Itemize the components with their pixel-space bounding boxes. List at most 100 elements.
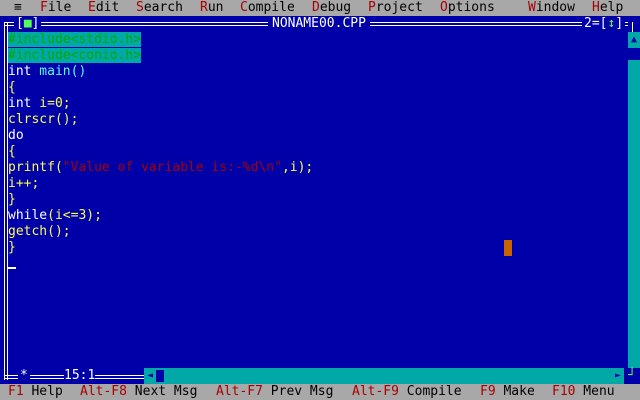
arguments: ,i); [281, 160, 314, 175]
horizontal-scroll-thumb[interactable] [156, 370, 164, 382]
menu-file-hotkey: F [40, 0, 48, 15]
code-line: do [8, 128, 313, 144]
menu-options[interactable]: Options [440, 0, 495, 16]
keyword: do [8, 128, 24, 143]
code-area[interactable]: #include<stdio.h> #include<conio.h> int … [8, 32, 313, 256]
menu-project-hotkey: P [368, 0, 376, 15]
status-label: Make [495, 384, 535, 399]
menu-help[interactable]: Help [592, 0, 623, 16]
keyword: int [8, 96, 32, 111]
condition: (i<=3); [47, 208, 102, 223]
window-number-zoom: 2=[↕] [582, 16, 626, 32]
menu-compile-label: ompile [247, 0, 295, 15]
editor-status-row: * 15:1 ◄ ► ┘ [0, 368, 640, 384]
zoom-bracket: ] [615, 16, 624, 31]
code-line: printf("Value of variable is:-%d\n",i); [8, 160, 313, 176]
status-key: Alt-F9 [352, 384, 399, 399]
code-line: int i=0; [8, 96, 313, 112]
string-literal: "Value of variable is:-%d\n" [62, 160, 282, 175]
code-line: #include<conio.h> [8, 48, 313, 64]
cursor-position: 15:1 [64, 368, 96, 384]
status-next-msg[interactable]: Alt-F8 Next Msg [80, 384, 197, 400]
vertical-scroll-thumb[interactable] [628, 48, 640, 60]
menu-options-label: ptions [447, 0, 495, 15]
status-key: F9 [480, 384, 496, 399]
status-prev-msg[interactable]: Alt-F7 Prev Msg [216, 384, 333, 400]
status-label: Help [23, 384, 63, 399]
code-line: #include<stdio.h> [8, 32, 313, 48]
menu-edit-label: dit [95, 0, 120, 15]
menu-search-label: earch [143, 0, 183, 15]
menu-window-label: indow [535, 0, 575, 15]
menu-search[interactable]: Search [136, 0, 183, 16]
status-key: F1 [8, 384, 24, 399]
modified-indicator: * [18, 368, 30, 384]
status-label: Compile [398, 384, 462, 399]
menu-help-label: elp [599, 0, 624, 15]
menu-options-hotkey: O [440, 0, 448, 15]
status-key: Alt-F8 [80, 384, 127, 399]
menu-compile-hotkey: C [240, 0, 248, 15]
status-key: Alt-F7 [216, 384, 263, 399]
menu-edit[interactable]: Edit [88, 0, 119, 16]
code-line: { [8, 80, 313, 96]
close-bracket: [ [16, 16, 24, 31]
code-line: int main() [8, 64, 313, 80]
menu-debug[interactable]: Debug [312, 0, 351, 16]
close-icon: ■ [23, 16, 32, 31]
code-line: i++; [8, 176, 313, 192]
window-frame [4, 22, 5, 380]
statement: i++; [8, 176, 40, 191]
preprocessor-directive: #include<stdio.h> [8, 32, 142, 47]
mouse-cursor [504, 240, 512, 256]
code-line: while(i<=3); [8, 208, 313, 224]
menu-run-hotkey: R [200, 0, 208, 15]
menu-help-hotkey: H [592, 0, 600, 15]
declaration: i=0; [31, 96, 71, 111]
menu-window[interactable]: Window [528, 0, 575, 16]
resize-corner-icon[interactable]: ┘ [624, 368, 640, 384]
status-make[interactable]: F9 Make [480, 384, 535, 400]
scroll-left-icon[interactable]: ◄ [144, 368, 156, 384]
window-close-button[interactable]: [■] [14, 16, 42, 32]
menu-window-hotkey: W [528, 0, 536, 15]
menu-run-label: un [207, 0, 224, 15]
text-cursor [8, 267, 16, 269]
menu-run[interactable]: Run [200, 0, 223, 16]
menu-debug-label: ebug [319, 0, 352, 15]
code-line: getch(); [8, 224, 313, 240]
statement: getch(); [8, 224, 71, 239]
menu-project-label: roject [375, 0, 423, 15]
keyword: while [8, 208, 48, 223]
brace: } [8, 192, 16, 207]
statement: clrscr(); [8, 112, 79, 127]
scroll-right-icon[interactable]: ► [612, 368, 624, 384]
code-line: } [8, 240, 313, 256]
status-key: F10 [552, 384, 576, 399]
code-line: clrscr(); [8, 112, 313, 128]
menu-bar: ≡ File Edit Search Run Compile Debug Pro… [0, 0, 640, 16]
vertical-scrollbar[interactable] [628, 32, 640, 368]
brace: { [8, 144, 16, 159]
close-bracket: ] [31, 16, 40, 31]
status-compile[interactable]: Alt-F9 Compile [352, 384, 462, 400]
system-menu[interactable]: ≡ [14, 0, 22, 16]
preprocessor-directive: #include<conio.h> [8, 48, 142, 63]
zoom-button[interactable]: [↕] [600, 16, 623, 31]
brace: } [8, 240, 16, 255]
status-menu[interactable]: F10 Menu [552, 384, 615, 400]
editor-window[interactable]: [■] NONAME00.CPP 2=[↕] #include<stdio.h>… [0, 16, 640, 384]
status-help[interactable]: F1 Help [8, 384, 63, 400]
status-label: Next Msg [126, 384, 198, 399]
horizontal-scrollbar[interactable] [144, 368, 624, 384]
scroll-up-icon[interactable]: ▲ [628, 32, 640, 48]
menu-compile[interactable]: Compile [240, 0, 295, 16]
menu-project[interactable]: Project [368, 0, 423, 16]
window-number: 2 [584, 16, 592, 31]
menu-file[interactable]: File [40, 0, 71, 16]
menu-debug-hotkey: D [312, 0, 320, 15]
menu-search-hotkey: S [136, 0, 144, 15]
window-title: NONAME00.CPP [268, 16, 370, 32]
menu-file-label: ile [47, 0, 72, 15]
status-label: Prev Msg [262, 384, 334, 399]
